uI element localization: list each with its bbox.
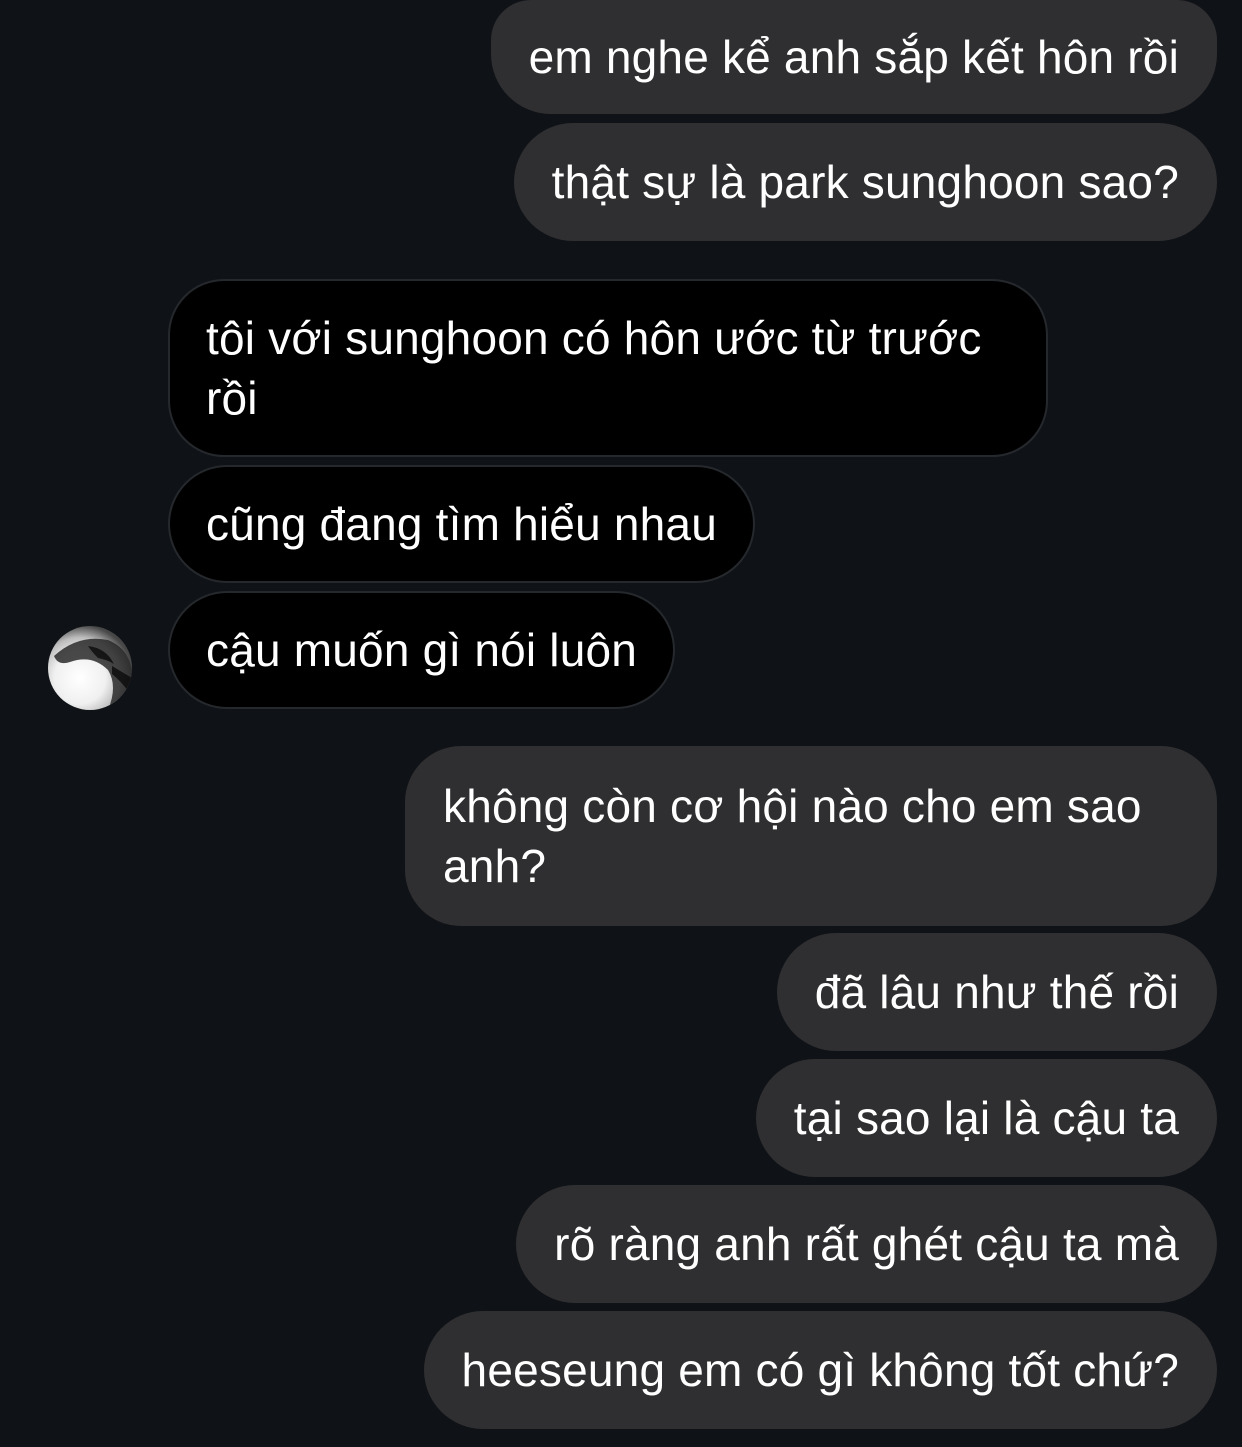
message-bubble-outgoing[interactable]: không còn cơ hội nào cho em sao anh? [405, 746, 1217, 926]
message-bubble-outgoing[interactable]: heeseung em có gì không tốt chứ? [423, 1311, 1217, 1429]
message-bubble-incoming[interactable]: tôi với sunghoon có hôn ước từ trước rồi [168, 279, 1048, 457]
message-bubble-outgoing[interactable]: đã lâu như thế rồi [776, 933, 1217, 1051]
message-text: tại sao lại là cậu ta [793, 1092, 1179, 1144]
message-text: em nghe kể anh sắp kết hôn rồi [528, 31, 1179, 83]
message-bubble-outgoing[interactable]: thật sự là park sunghoon sao? [513, 123, 1217, 241]
message-text: cũng đang tìm hiểu nhau [206, 498, 717, 550]
message-bubble-incoming[interactable]: cũng đang tìm hiểu nhau [168, 465, 755, 583]
contact-avatar[interactable] [48, 626, 132, 710]
message-bubble-incoming[interactable]: cậu muốn gì nói luôn [168, 591, 676, 709]
avatar-photo-icon [54, 638, 132, 710]
message-text: không còn cơ hội nào cho em sao anh? [443, 780, 1142, 892]
message-text: cậu muốn gì nói luôn [206, 624, 638, 676]
message-text: tôi với sunghoon có hôn ước từ trước rồi [206, 312, 982, 424]
message-bubble-outgoing[interactable]: rõ ràng anh rất ghét cậu ta mà [516, 1185, 1217, 1303]
message-text: đã lâu như thế rồi [814, 966, 1179, 1018]
message-bubble-outgoing[interactable]: tại sao lại là cậu ta [755, 1059, 1217, 1177]
message-text: rõ ràng anh rất ghét cậu ta mà [554, 1218, 1179, 1270]
message-text: thật sự là park sunghoon sao? [551, 156, 1179, 208]
message-bubble-outgoing[interactable]: em nghe kể anh sắp kết hôn rồi [490, 0, 1217, 114]
message-text: heeseung em có gì không tốt chứ? [461, 1344, 1179, 1396]
chat-screen: { "messages": [ {"from": "me", "text": "… [0, 0, 1242, 1447]
